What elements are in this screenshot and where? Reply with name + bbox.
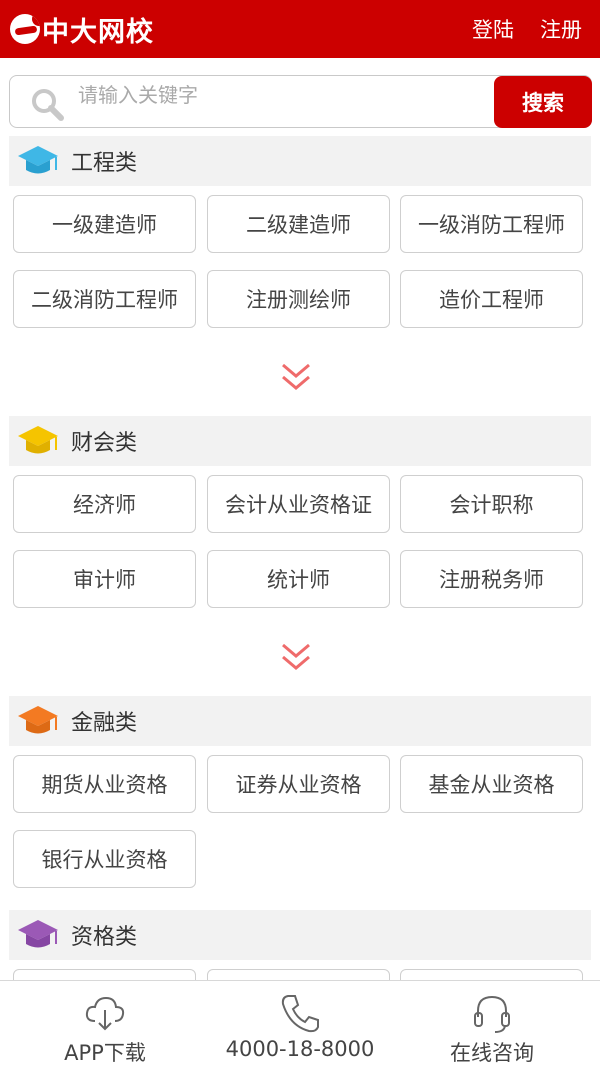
auth-links: 登陆 注册 — [472, 14, 582, 44]
expand-chevron-icon[interactable] — [280, 362, 312, 392]
graduation-cap-icon — [18, 920, 58, 948]
course-item[interactable]: 统计师 — [207, 550, 390, 608]
course-item[interactable]: 会计职称 — [400, 475, 583, 533]
graduation-cap-icon — [18, 426, 58, 454]
graduation-cap-icon — [18, 146, 58, 174]
search-input[interactable] — [78, 78, 488, 112]
search-button[interactable]: 搜索 — [494, 76, 592, 128]
category-header-qualification: 资格类 — [9, 910, 591, 960]
course-item[interactable]: 注册测绘师 — [207, 270, 390, 328]
course-item[interactable]: 一级消防工程师 — [400, 195, 583, 253]
online-consult-label: 在线咨询 — [450, 1041, 534, 1065]
cloud-download-icon — [85, 996, 125, 1031]
site-logo[interactable]: 中大网校 — [10, 10, 154, 49]
category-title: 财会类 — [71, 431, 138, 456]
headset-icon — [474, 995, 510, 1033]
course-item[interactable]: 期货从业资格 — [13, 755, 196, 813]
course-item[interactable]: 二级消防工程师 — [13, 270, 196, 328]
search-icon — [32, 89, 64, 121]
category-header-finance: 金融类 — [9, 696, 591, 746]
login-link[interactable]: 登陆 — [472, 14, 514, 44]
top-header: 中大网校 登陆 注册 — [0, 0, 600, 58]
online-consult-tab[interactable]: 在线咨询 — [432, 981, 552, 1067]
course-item[interactable]: 注册税务师 — [400, 550, 583, 608]
search-bar: 搜索 — [9, 75, 592, 128]
phone-number: 4000-18-8000 — [225, 1037, 375, 1061]
category-title: 资格类 — [71, 925, 138, 950]
category-title: 工程类 — [71, 151, 138, 176]
course-item[interactable]: 会计从业资格证 — [207, 475, 390, 533]
app-download-tab[interactable]: APP下载 — [45, 981, 165, 1067]
category-header-accounting: 财会类 — [9, 416, 591, 466]
logo-icon — [10, 14, 40, 44]
course-item[interactable]: 二级建造师 — [207, 195, 390, 253]
course-item[interactable]: 银行从业资格 — [13, 830, 196, 888]
expand-chevron-icon[interactable] — [280, 642, 312, 672]
category-title: 金融类 — [71, 711, 138, 736]
course-item[interactable]: 证券从业资格 — [207, 755, 390, 813]
phone-icon — [281, 995, 319, 1033]
register-link[interactable]: 注册 — [540, 14, 582, 44]
course-item[interactable]: 一级建造师 — [13, 195, 196, 253]
category-header-engineering: 工程类 — [9, 136, 591, 186]
graduation-cap-icon — [18, 706, 58, 734]
course-item[interactable]: 造价工程师 — [400, 270, 583, 328]
course-item[interactable]: 基金从业资格 — [400, 755, 583, 813]
app-download-label: APP下载 — [64, 1041, 146, 1065]
logo-text: 中大网校 — [42, 16, 154, 48]
course-item[interactable]: 审计师 — [13, 550, 196, 608]
phone-tab[interactable]: 4000-18-8000 — [210, 981, 390, 1067]
course-item[interactable]: 经济师 — [13, 475, 196, 533]
bottom-nav: APP下载 4000-18-8000 在线咨询 — [0, 980, 600, 1067]
app-page: 中大网校 登陆 注册 搜索 工程类 一级建造师 二级建造师 一级消防工程师 二级… — [0, 0, 600, 1067]
